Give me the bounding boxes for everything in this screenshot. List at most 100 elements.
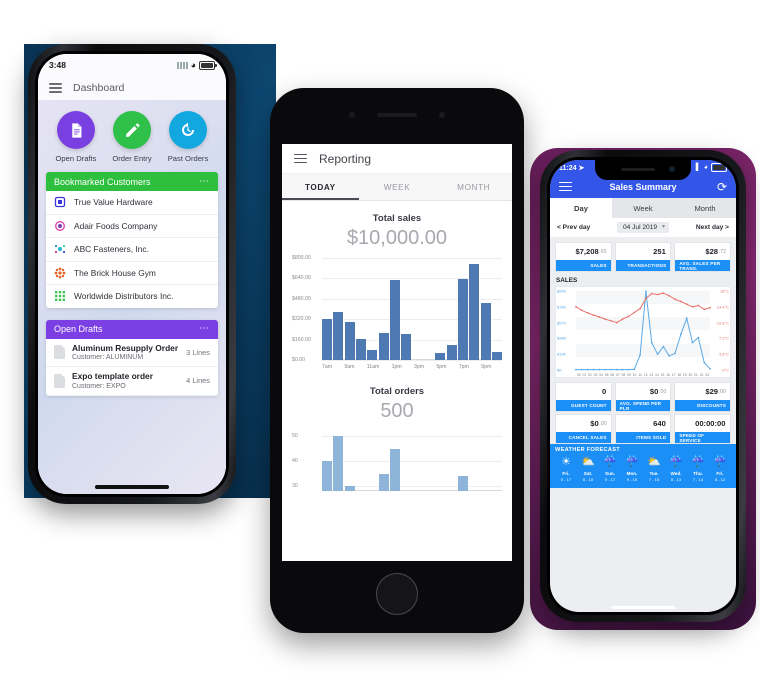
kpi-label: AVG. SPEND PER PLR bbox=[615, 400, 671, 411]
page-title: Sales Summary bbox=[609, 181, 677, 192]
weather-day: ☀ Fri. 5 - 17 bbox=[555, 455, 577, 483]
phone1-screen: 3:48 ◕ Dashboard Open Drafts Order Entry… bbox=[38, 54, 226, 494]
list-item[interactable]: ABC Fasteners, Inc. bbox=[46, 238, 218, 262]
x-axis-tick-label bbox=[334, 364, 343, 370]
mockup-stage: 3:48 ◕ Dashboard Open Drafts Order Entry… bbox=[0, 0, 760, 686]
phone2-screen: Reporting TODAY WEEK MONTH Total sales $… bbox=[282, 144, 512, 561]
quick-action-past-orders[interactable]: Past Orders bbox=[160, 111, 216, 163]
card-title: Bookmarked Customers bbox=[54, 176, 151, 187]
more-options-icon[interactable]: ⋯ bbox=[199, 324, 210, 334]
kpi-tile-avg-spend-per-plr[interactable]: $0.00 AVG. SPEND PER PLR bbox=[614, 382, 672, 412]
weather-temp-range: 7 - 15 bbox=[648, 477, 660, 482]
home-button[interactable] bbox=[376, 573, 418, 615]
kpi-tiles-row-1: $7,208.65 SALES 251 TRANSACTIONS $28.72 … bbox=[550, 237, 736, 272]
kpi-tile-items-sold[interactable]: 640 ITEMS SOLD bbox=[614, 414, 672, 444]
draft-subtitle: Customer: ALUMINUM bbox=[72, 354, 144, 361]
customer-name: True Value Hardware bbox=[74, 197, 153, 208]
hamburger-menu-icon[interactable] bbox=[294, 153, 307, 164]
tab-month[interactable]: MONTH bbox=[435, 174, 512, 200]
tab-week[interactable]: WEEK bbox=[359, 174, 436, 200]
kpi-value: $7,208 bbox=[575, 247, 599, 256]
phone1-status-bar: 3:48 ◕ bbox=[38, 54, 226, 76]
wifi-icon: ◕ bbox=[190, 59, 196, 70]
phone2-app-bar: Reporting bbox=[282, 144, 512, 174]
customer-avatar bbox=[54, 290, 66, 302]
list-item[interactable]: Aluminum Resupply Order Customer: ALUMIN… bbox=[46, 339, 218, 368]
kpi-label: ITEMS SOLD bbox=[615, 432, 671, 443]
quick-action-label: Order Entry bbox=[112, 154, 152, 163]
front-camera bbox=[349, 112, 355, 118]
document-icon bbox=[54, 345, 65, 360]
x-axis-tick-label: 7pm bbox=[458, 364, 469, 370]
kpi-tile-speed-of-service[interactable]: 00:00:00 SPEED OF SERVICE bbox=[674, 414, 732, 444]
kpi-tile-discounts[interactable]: $29.00 DISCOUNTS bbox=[674, 382, 732, 412]
draft-title: Expo template order bbox=[72, 371, 153, 382]
home-indicator[interactable] bbox=[95, 485, 169, 489]
weather-day-label: Thu. bbox=[693, 471, 703, 476]
customer-name: ABC Fasteners, Inc. bbox=[74, 244, 149, 255]
phone2-sensors bbox=[349, 112, 445, 118]
segment-month[interactable]: Month bbox=[674, 198, 736, 218]
tab-today[interactable]: TODAY bbox=[282, 174, 359, 200]
customer-name: Adair Foods Company bbox=[74, 220, 158, 231]
y-axis-tick-label: 40 bbox=[292, 458, 298, 464]
quick-action-open-drafts[interactable]: Open Drafts bbox=[48, 111, 104, 163]
y-axis-tick-label: 50 bbox=[292, 433, 298, 439]
x-axis-tick-label: 5pm bbox=[436, 364, 447, 370]
rain-icon: ☔ bbox=[713, 456, 727, 468]
y-axis-tick-label: $320.00 bbox=[292, 316, 311, 323]
x-axis-tick-label: 9am bbox=[344, 364, 355, 370]
bar bbox=[458, 476, 468, 491]
gridline bbox=[322, 360, 502, 361]
kpi-value: 0 bbox=[601, 387, 607, 396]
refresh-icon[interactable]: ⟳ bbox=[717, 181, 727, 193]
weather-temp-range: 7 - 14 bbox=[692, 477, 704, 482]
signal-icon bbox=[176, 61, 188, 69]
kpi-tile-sales[interactable]: $7,208.65 SALES bbox=[555, 242, 612, 272]
history-icon bbox=[169, 111, 207, 149]
kpi-tile-cancel-sales[interactable]: $0.00 CANCEL SALES bbox=[555, 414, 612, 444]
weather-temp-range: 8 - 13 bbox=[670, 477, 682, 482]
customer-avatar bbox=[54, 267, 66, 279]
kpi-tile-avg-sales-per-trans[interactable]: $28.72 AVG. SALES PER TRANS. bbox=[674, 242, 732, 272]
hamburger-menu-icon[interactable] bbox=[49, 83, 62, 93]
total-orders-title: Total orders bbox=[369, 386, 425, 397]
bar bbox=[492, 351, 502, 360]
weather-day: ⛅ Sat. 8 - 18 bbox=[577, 455, 599, 483]
quick-actions: Open Drafts Order Entry Past Orders bbox=[46, 100, 218, 172]
sales-section-title: SALES bbox=[556, 277, 578, 284]
list-item[interactable]: The Brick House Gym bbox=[46, 262, 218, 285]
date-picker[interactable]: 04 Jul 2019 bbox=[616, 222, 670, 233]
prev-day-button[interactable]: < Prev day bbox=[557, 224, 590, 231]
weather-temp-range: 8 - 12 bbox=[714, 477, 726, 482]
y-axis-tick-label: $640.00 bbox=[292, 275, 311, 282]
period-segments: Day Week Month bbox=[550, 198, 736, 218]
x-axis-tick-label: 7am bbox=[322, 364, 333, 370]
hamburger-menu-icon[interactable] bbox=[559, 181, 572, 192]
card-title: Open Drafts bbox=[54, 324, 103, 334]
next-day-button[interactable]: Next day > bbox=[696, 224, 729, 231]
more-options-icon[interactable]: ⋯ bbox=[199, 176, 210, 187]
wifi-icon: ◕ bbox=[703, 164, 708, 171]
list-item[interactable]: Worldwide Distributors Inc. bbox=[46, 285, 218, 308]
x-axis-tick-labels: 7am 9am 11am 1pm 3pm 5pm 7pm 9pm bbox=[322, 364, 502, 370]
signal-icon: ▌ bbox=[695, 164, 701, 171]
home-indicator[interactable] bbox=[611, 606, 675, 609]
quick-action-order-entry[interactable]: Order Entry bbox=[104, 111, 160, 163]
phone1-content: Open Drafts Order Entry Past Orders Book… bbox=[38, 100, 226, 494]
list-item[interactable]: Adair Foods Company bbox=[46, 215, 218, 238]
quick-action-label: Open Drafts bbox=[55, 154, 97, 163]
segment-day[interactable]: Day bbox=[550, 198, 612, 218]
segment-week[interactable]: Week bbox=[612, 198, 674, 218]
total-orders-value: 500 bbox=[380, 400, 414, 422]
kpi-tile-guest-count[interactable]: 0 GUEST COUNT bbox=[555, 382, 612, 412]
weather-day: ☔ Thu. 7 - 14 bbox=[687, 455, 709, 483]
weather-day: ☔ Sun. 9 - 17 bbox=[599, 455, 621, 483]
kpi-cents: .65 bbox=[599, 248, 607, 255]
list-item[interactable]: Expo template order Customer: EXPO 4 Lin… bbox=[46, 367, 218, 396]
list-item[interactable]: True Value Hardware bbox=[46, 191, 218, 215]
battery-icon bbox=[199, 60, 217, 70]
bar bbox=[401, 333, 412, 360]
kpi-tile-transactions[interactable]: 251 TRANSACTIONS bbox=[614, 242, 672, 272]
phone1-bezel: 3:48 ◕ Dashboard Open Drafts Order Entry… bbox=[35, 51, 229, 497]
